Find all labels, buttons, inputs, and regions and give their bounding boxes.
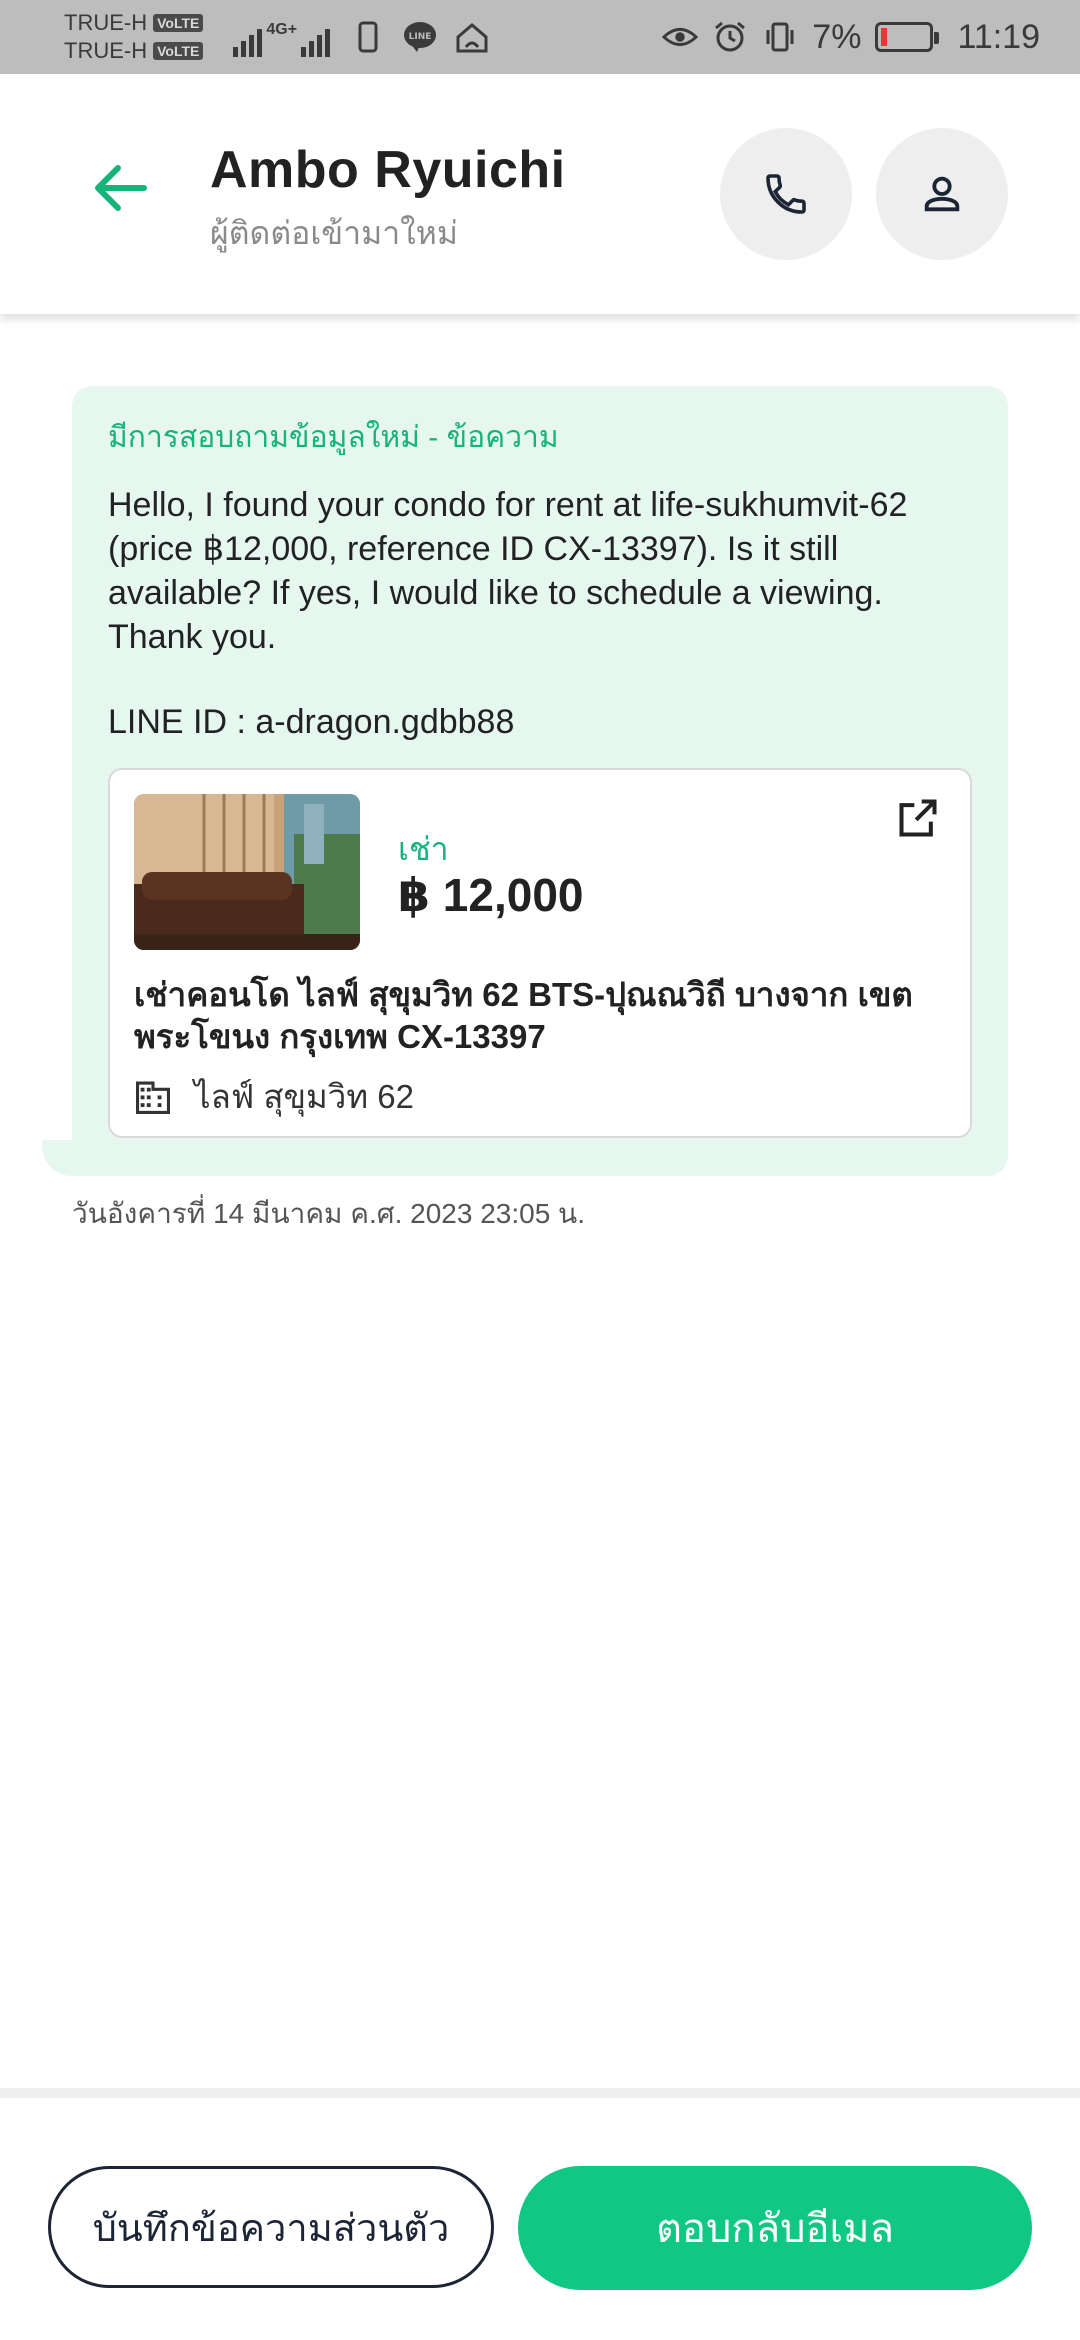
eye-icon bbox=[662, 19, 699, 55]
volte-badge: VoLTE bbox=[153, 14, 204, 32]
network-type: 4G+ bbox=[266, 21, 298, 38]
line-id: LINE ID : a-dragon.gdbb88 bbox=[108, 703, 515, 741]
building-row: ไลฟ์ สุขุมวิท 62 bbox=[134, 1070, 414, 1123]
home-wifi-icon bbox=[454, 19, 490, 55]
svg-text:LINE: LINE bbox=[409, 32, 432, 42]
phone-device-icon bbox=[350, 19, 386, 55]
message-heading: มีการสอบถามข้อมูลใหม่ - ข้อความ bbox=[108, 421, 559, 454]
listing-card[interactable]: เช่า ฿ 12,000 เช่าคอนโด ไลฟ์ สุขุมวิท 62… bbox=[108, 768, 972, 1138]
listing-price: ฿ 12,000 bbox=[398, 869, 584, 921]
message-bubble: มีการสอบถามข้อมูลใหม่ - ข้อความ Hello, I… bbox=[72, 386, 1008, 1176]
external-link-icon bbox=[899, 799, 937, 837]
line-app-icon: LINE bbox=[402, 19, 438, 55]
contact-title-block: Ambo Ryuichi ผู้ติดต่อเข้ามาใหม่ bbox=[210, 140, 566, 259]
volte-badge-2: VoLTE bbox=[153, 42, 204, 60]
private-note-button[interactable]: บันทึกข้อความส่วนตัว bbox=[48, 2166, 494, 2288]
battery-icon bbox=[875, 22, 940, 52]
phone-icon bbox=[766, 174, 806, 214]
carrier-1: TRUE-H bbox=[64, 10, 148, 35]
person-icon bbox=[924, 176, 960, 212]
contact-status: ผู้ติดต่อเข้ามาใหม่ bbox=[210, 215, 458, 251]
chat-header: Ambo Ryuichi ผู้ติดต่อเข้ามาใหม่ bbox=[0, 74, 1080, 314]
message-timestamp: วันอังคารที่ 14 มีนาคม ค.ศ. 2023 23:05 น… bbox=[72, 1198, 585, 1229]
alarm-icon bbox=[712, 19, 748, 55]
listing-title: เช่าคอนโด ไลฟ์ สุขุมวิท 62 BTS-ปุณณวิถี … bbox=[134, 976, 913, 1055]
reply-email-button[interactable]: ตอบกลับอีเมล bbox=[518, 2166, 1032, 2290]
message-body: Hello, I found your condo for rent at li… bbox=[108, 486, 908, 656]
clock: 11:19 bbox=[957, 17, 1040, 56]
carrier-info: TRUE-H VoLTE TRUE-H VoLTE bbox=[64, 9, 204, 65]
profile-button[interactable] bbox=[876, 128, 1008, 260]
building-name: ไลฟ์ สุขุมวิท 62 bbox=[194, 1078, 414, 1115]
open-listing-button[interactable] bbox=[888, 788, 948, 848]
contact-name: Ambo Ryuichi bbox=[210, 141, 566, 199]
battery-percent: 7% bbox=[812, 17, 862, 56]
building-icon bbox=[136, 1081, 170, 1114]
status-bar: TRUE-H VoLTE TRUE-H VoLTE 4G+ LINE 7% 11:1… bbox=[0, 0, 1080, 74]
listing-photo bbox=[134, 794, 360, 950]
carrier-2: TRUE-H bbox=[64, 38, 148, 63]
call-button[interactable] bbox=[720, 128, 852, 260]
signal-icon: 4G+ bbox=[233, 17, 331, 57]
arrow-left-icon bbox=[95, 165, 147, 211]
vibrate-icon bbox=[762, 19, 798, 55]
back-button[interactable] bbox=[82, 150, 158, 226]
action-footer: บันทึกข้อความส่วนตัว ตอบกลับอีเมล bbox=[0, 2088, 1080, 2340]
